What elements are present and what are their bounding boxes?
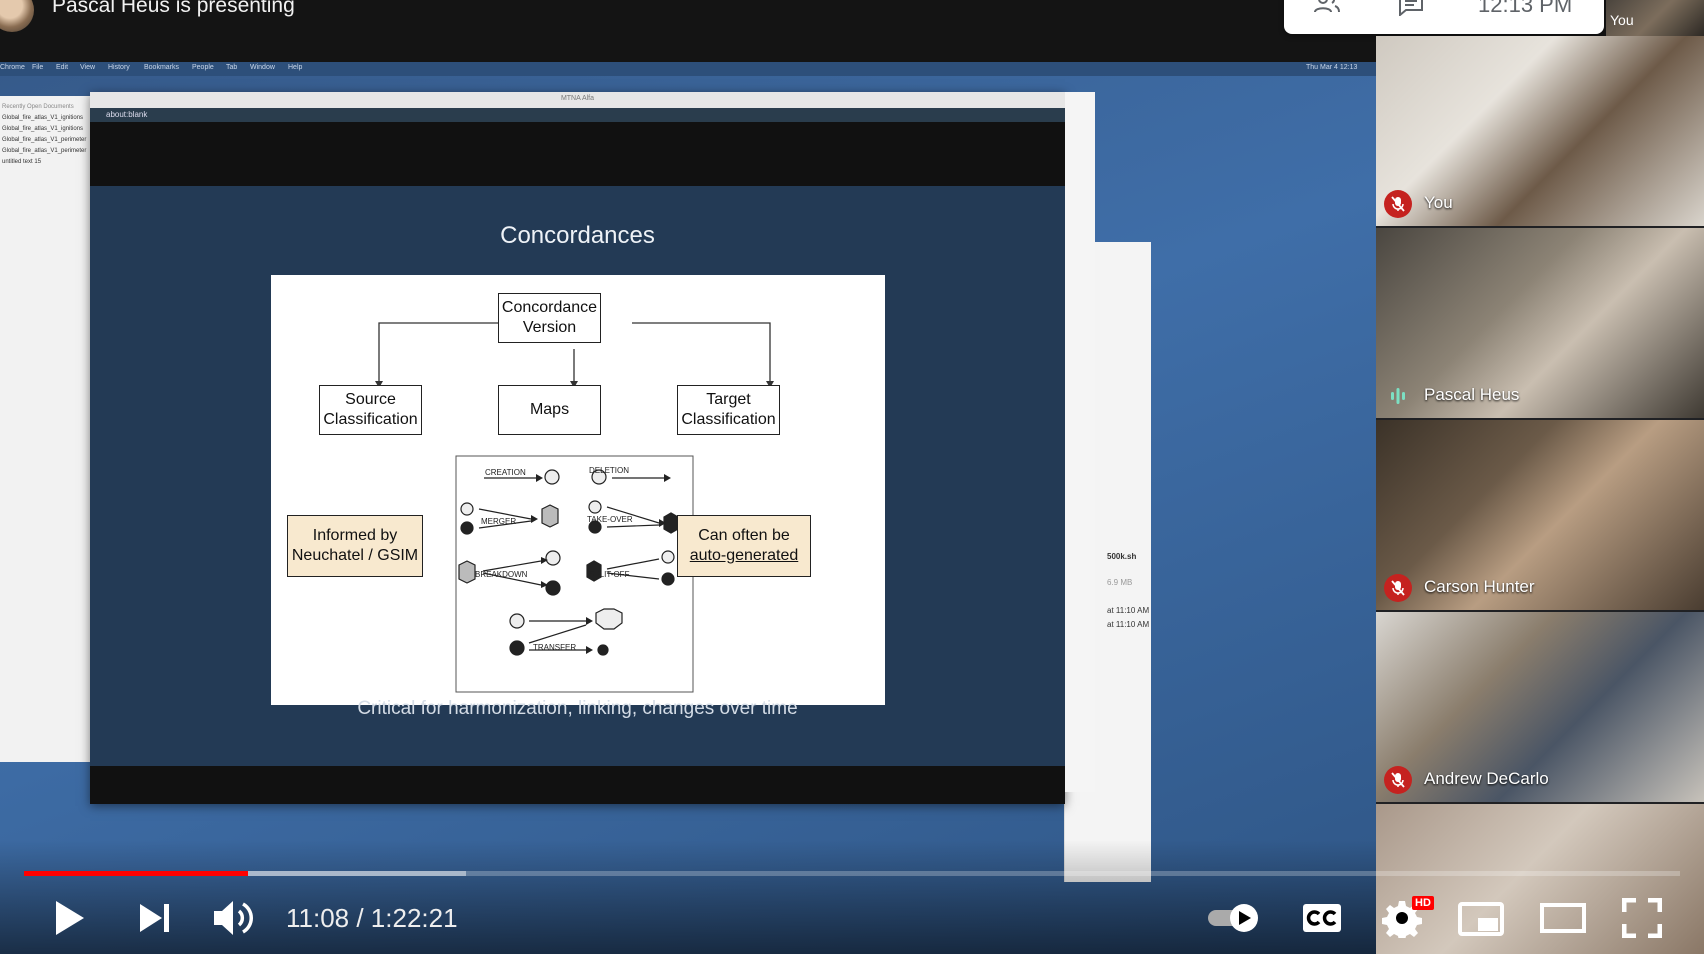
maps-box: Maps [498, 385, 601, 435]
people-icon[interactable] [1312, 0, 1342, 14]
progress-bar[interactable] [24, 871, 1680, 876]
menubar-item: Window [250, 64, 275, 71]
slide-subtitle: Critical for harmonization, linking, cha… [357, 698, 798, 719]
browser-url: about:blank [106, 110, 148, 119]
participant-name: Carson Hunter [1424, 577, 1535, 596]
next-icon[interactable] [138, 902, 172, 934]
map-label-take-over: TAKE-OVER [587, 515, 633, 524]
menubar-item: Chrome [0, 64, 25, 71]
menubar-item: View [80, 64, 96, 71]
map-label-transfer: TRANSFER [533, 643, 577, 652]
self-view-label: You [1610, 12, 1634, 28]
map-label-deletion: DELETION [589, 466, 630, 475]
browser-address-bar[interactable]: about:blank [90, 108, 1065, 122]
concordance-version-box: Concordance Version [498, 293, 601, 343]
target-classification-box: Target Classification [677, 385, 780, 435]
menubar-clock: Thu Mar 4 12:13 [1306, 64, 1358, 71]
slide-title: Concordances [500, 222, 655, 249]
participant-tiles: You Pascal Heus Carson Hunter Andrew DeC… [1376, 36, 1704, 954]
presenter-status: Pascal Heus is presenting [52, 0, 295, 17]
menubar-item: People [192, 64, 214, 71]
mac-menubar: Chrome File Edit View History Bookmarks … [0, 62, 1376, 76]
file-name: 500k.sh [1107, 552, 1137, 561]
theater-mode-icon[interactable] [1540, 902, 1586, 934]
participant-name: You [1424, 193, 1453, 212]
neuchatel-note-box: Informed by Neuchatel / GSIM [287, 515, 423, 577]
hd-badge: HD [1412, 896, 1434, 910]
self-view-thumbnail[interactable]: You [1606, 0, 1704, 36]
controls-gradient [0, 840, 1376, 954]
map-label-merger: MERGER [481, 517, 517, 526]
play-icon[interactable] [52, 898, 88, 938]
participant-tile[interactable]: Carson Hunter [1376, 420, 1704, 610]
doc-line: untitled text 15 [2, 159, 42, 165]
participant-tile[interactable]: Pascal Heus [1376, 228, 1704, 418]
volume-icon[interactable] [212, 898, 258, 938]
doc-line: Global_fire_atlas_V1_perimeter [2, 137, 87, 143]
doc-line: Global_fire_atlas_V1_ignitions [2, 115, 84, 121]
browser-titlebar: MTNA Alfa [90, 92, 1065, 108]
shared-screen: Chrome File Edit View History Bookmarks … [0, 62, 1376, 954]
participant-name: Andrew DeCarlo [1424, 769, 1549, 788]
menubar-item: File [32, 64, 44, 71]
menubar-item: Bookmarks [144, 64, 180, 71]
map-label-breakdown: BREAKDOWN [475, 570, 528, 579]
file-date: at 11:10 AM [1107, 620, 1150, 629]
map-label-split-off: SPLIT-OFF [589, 570, 630, 579]
meet-clock: 12:13 PM [1478, 0, 1573, 17]
doc-line: Global_fire_atlas_V1_ignitions [2, 126, 84, 132]
note-underlined-text: auto-generated [689, 547, 799, 564]
participant-tile[interactable]: You [1376, 36, 1704, 226]
auto-generated-note-box: Can often be auto-generated [677, 515, 811, 577]
browser-window: MTNA Alfa about:blank Concordances Conco… [90, 92, 1095, 804]
browser-title: MTNA Alfa [560, 95, 595, 102]
source-classification-box: Source Classification [319, 385, 422, 435]
map-label-creation: CREATION [485, 468, 526, 477]
autoplay-toggle[interactable] [1206, 902, 1262, 934]
doc-line: Global_fire_atlas_V1_perimeter [2, 148, 87, 154]
menubar-item: Help [288, 64, 303, 71]
menubar-item: History [108, 64, 130, 71]
background-document-window: Recently Open Documents Global_fire_atla… [0, 96, 92, 762]
participant-name: Pascal Heus [1424, 385, 1520, 404]
menubar-item: Edit [56, 64, 69, 71]
note-text: Can often be [698, 527, 790, 544]
muted-mic-icon [1384, 190, 1412, 218]
browser-extension-sidebar [1065, 92, 1095, 792]
file-size: 6.9 MB [1107, 578, 1133, 587]
miniplayer-icon[interactable] [1458, 902, 1504, 936]
meet-info-card: 12:13 PM [1284, 0, 1604, 34]
settings-button[interactable]: HD [1382, 896, 1434, 941]
participant-tile[interactable]: Andrew DeCarlo [1376, 612, 1704, 802]
captions-icon[interactable] [1302, 902, 1342, 934]
progress-played [24, 871, 248, 876]
muted-mic-icon [1384, 766, 1412, 794]
doc-line: Recently Open Documents [2, 104, 74, 110]
speaking-indicator-icon [1391, 388, 1405, 404]
chat-icon[interactable] [1398, 0, 1424, 16]
fullscreen-icon[interactable] [1622, 898, 1662, 938]
presenter-avatar [0, 0, 34, 32]
concordance-diagram: Concordance Version Source Classificatio… [271, 275, 885, 705]
file-date: at 11:10 AM [1107, 606, 1150, 615]
menubar-item: Tab [226, 64, 238, 71]
muted-mic-icon [1384, 574, 1412, 602]
time-display: 11:08 / 1:22:21 [286, 903, 458, 933]
presentation-slide: Concordances Concordance Version Source … [90, 186, 1065, 766]
